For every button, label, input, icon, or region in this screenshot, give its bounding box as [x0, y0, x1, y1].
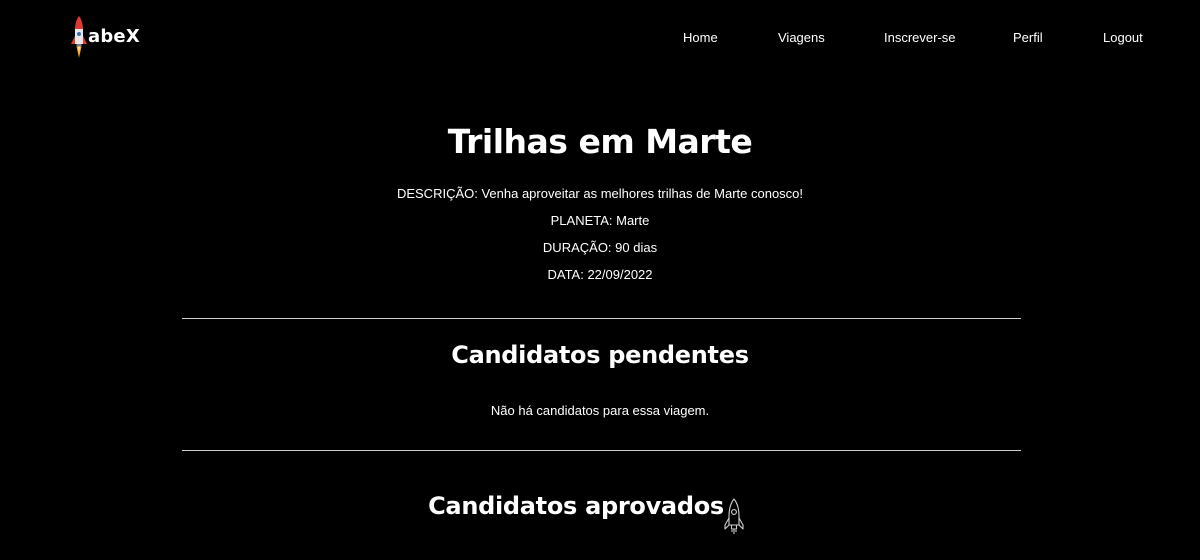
section-divider	[182, 450, 1021, 451]
trip-title: Trilhas em Marte	[447, 122, 753, 161]
nav-link-inscrever-se[interactable]: Inscrever-se	[884, 30, 956, 45]
trip-planet: PLANETA: Marte	[550, 213, 650, 228]
nav-link-logout[interactable]: Logout	[1103, 30, 1143, 45]
pending-empty-message: Não há candidatos para essa viagem.	[490, 403, 710, 418]
approved-candidates-title: Candidatos aprovados	[428, 492, 724, 520]
nav-link-viagens[interactable]: Viagens	[778, 30, 825, 45]
trip-date: DATA: 22/09/2022	[547, 267, 653, 282]
rocket-outline-icon	[724, 498, 744, 534]
nav-link-home[interactable]: Home	[683, 30, 718, 45]
nav-link-perfil[interactable]: Perfil	[1013, 30, 1043, 45]
nav-links: Home Viagens Inscrever-se Perfil Logout	[0, 30, 1200, 50]
section-divider	[182, 318, 1021, 319]
trip-description: DESCRIÇÃO: Venha aproveitar as melhores …	[396, 186, 804, 201]
pending-candidates-title: Candidatos pendentes	[451, 341, 749, 369]
trip-duration: DURAÇÃO: 90 dias	[542, 240, 658, 255]
navbar: abeX Home Viagens Inscrever-se Perfil Lo…	[0, 0, 1200, 78]
